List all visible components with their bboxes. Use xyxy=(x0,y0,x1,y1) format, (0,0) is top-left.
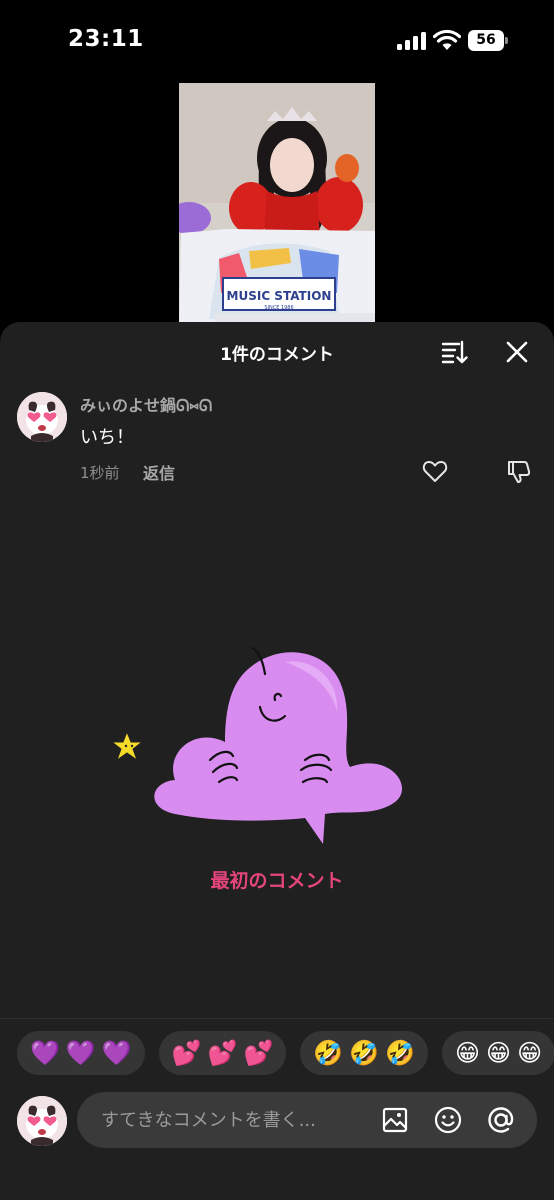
two-hearts-emoji: 💕 xyxy=(207,1039,238,1067)
purple-heart-emoji: 💜 xyxy=(30,1039,60,1067)
avatar[interactable] xyxy=(17,392,67,442)
emoji-suggestion-row: 💜 💜 💜 💕 💕 💕 🤣 🤣 🤣 😁 😁 😁 xyxy=(17,1031,554,1077)
battery-icon: 56 xyxy=(468,30,508,51)
comments-count-title: 1件のコメント xyxy=(220,345,334,365)
status-time: 23:11 xyxy=(68,26,144,52)
emoji-chip-purple-hearts[interactable]: 💜 💜 💜 xyxy=(17,1031,145,1075)
cellular-signal-icon xyxy=(397,32,427,50)
svg-text:SINCE 1986: SINCE 1986 xyxy=(264,305,293,311)
comment-composer xyxy=(0,1092,554,1152)
svg-text:MUSIC STATION: MUSIC STATION xyxy=(227,289,332,303)
rofl-emoji: 🤣 xyxy=(313,1039,344,1067)
reply-button[interactable]: 返信 xyxy=(143,460,175,484)
emoji-chip-grin[interactable]: 😁 😁 😁 xyxy=(442,1031,554,1075)
divider xyxy=(0,1018,554,1019)
comments-sheet: 1件のコメント みぃのよせ鍋ᘏ⑅ᘏ いち！ 1秒前 返信 最初のコメント 💜 💜… xyxy=(0,322,554,1200)
emoji-chip-rofl[interactable]: 🤣 🤣 🤣 xyxy=(300,1031,429,1075)
comment-timestamp: 1秒前 xyxy=(80,464,120,482)
first-comment-label: 最初のコメント xyxy=(210,870,344,892)
comment-text: いち！ xyxy=(80,427,134,448)
battery-level: 56 xyxy=(468,30,504,51)
empty-state-illustration xyxy=(110,646,403,844)
purple-heart-emoji: 💜 xyxy=(65,1039,96,1067)
sort-icon[interactable] xyxy=(440,338,468,366)
avatar xyxy=(17,1096,67,1146)
rofl-emoji: 🤣 xyxy=(385,1039,416,1067)
emoji-chip-two-hearts[interactable]: 💕 💕 💕 xyxy=(158,1031,287,1075)
comment-input-box[interactable] xyxy=(77,1092,537,1148)
status-bar: 23:11 56 xyxy=(0,0,554,80)
two-hearts-emoji: 💕 xyxy=(171,1039,202,1067)
smiley-icon[interactable] xyxy=(433,1105,463,1135)
comment-username[interactable]: みぃのよせ鍋ᘏ⑅ᘏ xyxy=(80,392,212,416)
comment-input[interactable] xyxy=(101,1092,371,1148)
two-hearts-emoji: 💕 xyxy=(243,1039,274,1067)
rofl-emoji: 🤣 xyxy=(349,1039,380,1067)
grin-emoji: 😁 xyxy=(517,1039,543,1067)
video-thumbnail[interactable]: MUSIC STATION SINCE 1986 xyxy=(179,83,375,327)
mention-icon[interactable] xyxy=(486,1105,516,1135)
image-icon[interactable] xyxy=(381,1106,409,1134)
grin-emoji: 😁 xyxy=(486,1039,512,1067)
close-icon[interactable] xyxy=(503,338,531,366)
thumbs-down-icon[interactable] xyxy=(505,457,533,485)
grin-emoji: 😁 xyxy=(455,1039,481,1067)
comment-item: みぃのよせ鍋ᘏ⑅ᘏ いち！ 1秒前 返信 xyxy=(0,390,554,490)
heart-icon[interactable] xyxy=(421,457,449,485)
wifi-icon xyxy=(433,29,461,50)
purple-heart-emoji: 💜 xyxy=(101,1039,132,1067)
